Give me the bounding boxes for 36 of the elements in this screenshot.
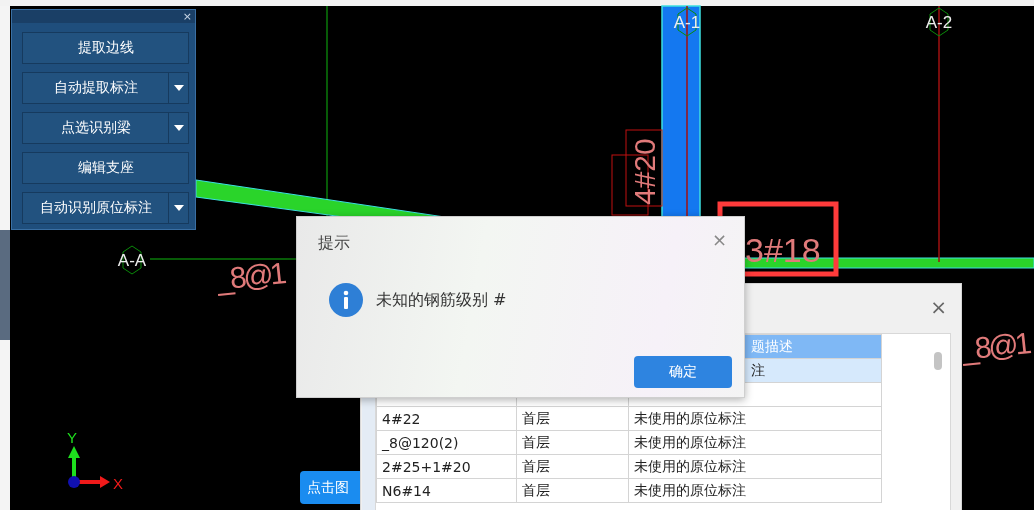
caret-icon <box>173 125 184 131</box>
table-cell: 未使用的原位标注 <box>628 430 882 455</box>
rebar-annotation: _8@1 <box>960 325 1034 366</box>
tool-button[interactable]: 自动提取标注 <box>22 72 169 104</box>
info-icon <box>329 283 363 317</box>
table-cell: 未使用的原位标注 <box>628 478 882 503</box>
tool-button[interactable]: 提取边线 <box>22 32 189 64</box>
origin-dot <box>68 476 80 488</box>
table-cell: 4#22 <box>376 406 517 431</box>
table-cell: 首层 <box>516 406 629 431</box>
dropdown-button[interactable] <box>169 72 189 104</box>
tool-button[interactable]: 自动识别原位标注 <box>22 192 169 224</box>
table-cell: 首层 <box>516 454 629 479</box>
tool-button[interactable]: 编辑支座 <box>22 152 189 184</box>
alert-message: 未知的钢筋级别 # <box>376 289 507 311</box>
confirm-button[interactable]: 确定 <box>634 356 732 388</box>
rebar-annotation: 4#20 <box>611 129 663 216</box>
table-cell: 首层 <box>516 430 629 455</box>
dialog-title: 提示 <box>318 233 350 254</box>
table-cell: 首层 <box>516 478 629 503</box>
dropdown-button[interactable] <box>169 112 189 144</box>
table-cell: 未使用的原位标注 <box>628 454 882 479</box>
table-cell: 2#25+1#20 <box>376 454 517 479</box>
tool-button[interactable]: 点选识别梁 <box>22 112 169 144</box>
table-cell: 未使用的原位标注 <box>628 406 882 431</box>
dropdown-button[interactable] <box>169 192 189 224</box>
table-cell: N6#14 <box>376 478 517 503</box>
y-axis-label: Y <box>67 429 77 446</box>
close-button[interactable]: × <box>930 295 947 319</box>
table-cell: _8@120(2) <box>376 430 517 455</box>
caret-icon <box>173 85 184 91</box>
close-button[interactable]: × <box>182 11 192 22</box>
scrollbar-thumb[interactable] <box>934 352 942 370</box>
caret-icon <box>173 205 184 211</box>
x-axis-label: X <box>113 475 123 492</box>
rebar-annotation: _8@1 <box>215 255 289 296</box>
